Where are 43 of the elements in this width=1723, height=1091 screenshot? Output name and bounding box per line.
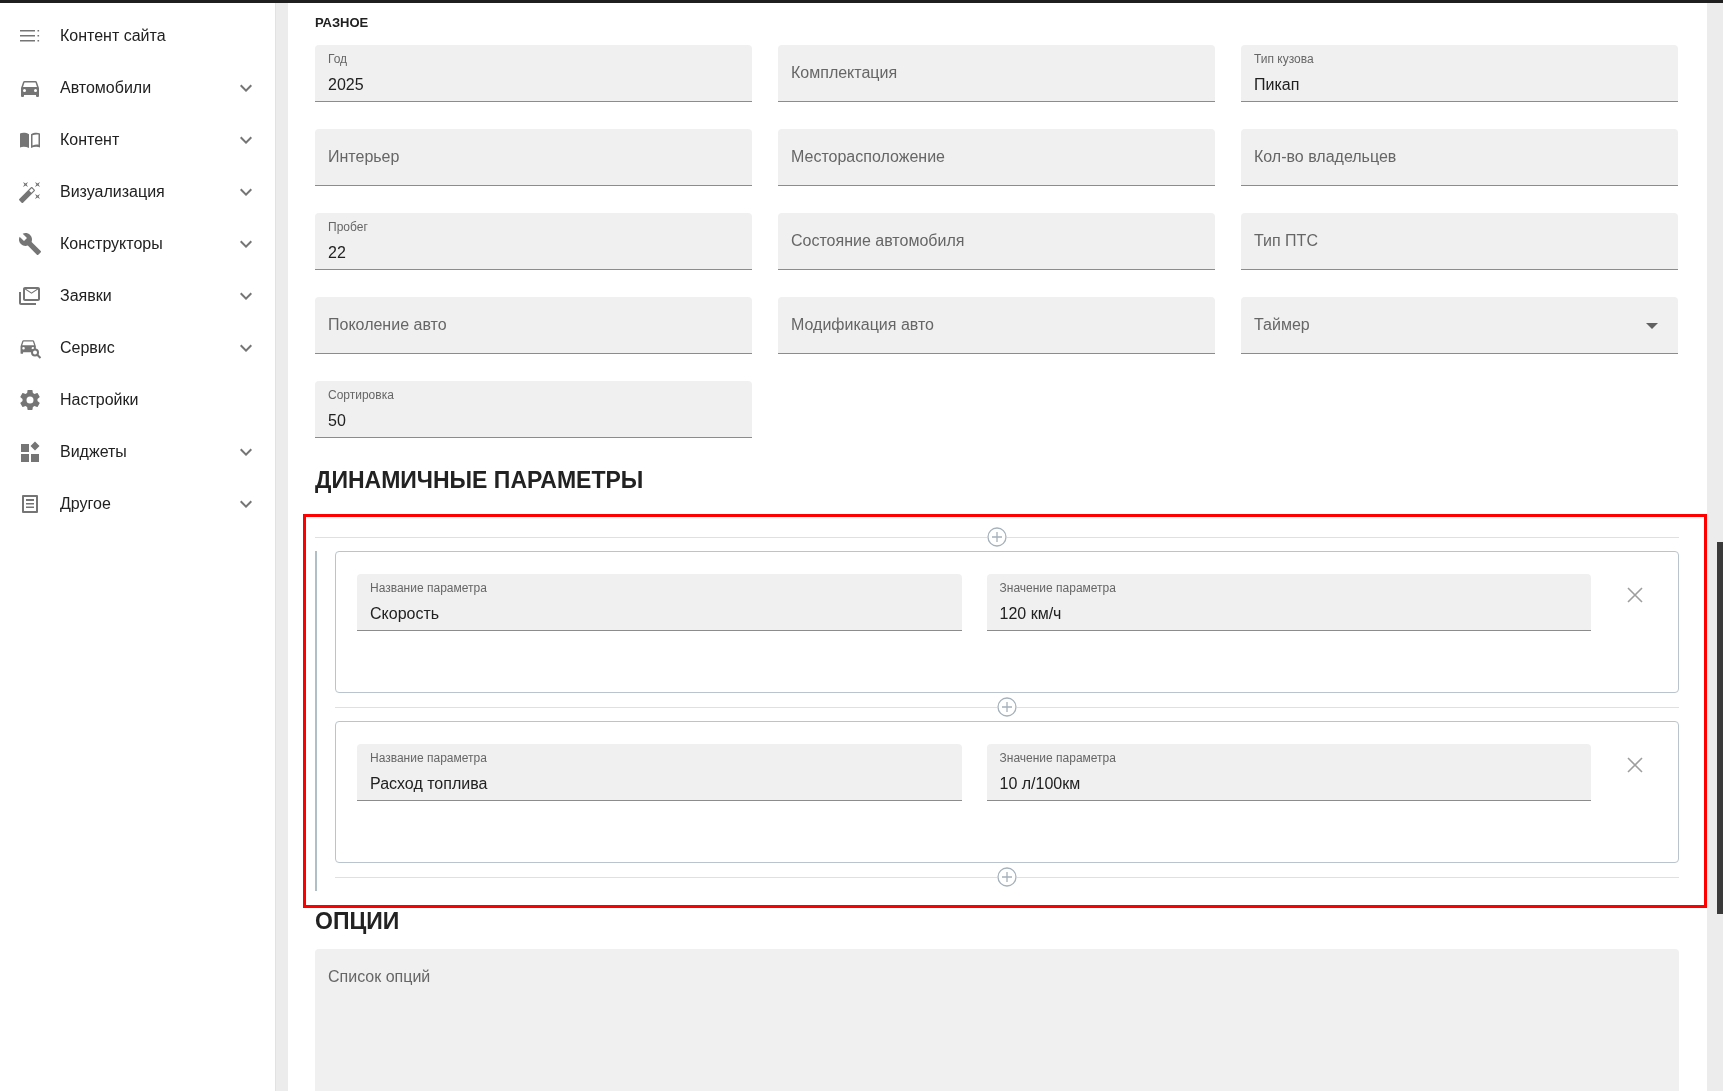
wrench-icon <box>18 232 42 256</box>
text-field[interactable]: Интерьер <box>315 129 752 186</box>
plus-circle-icon[interactable] <box>997 697 1017 717</box>
sidebar-item[interactable]: Контент <box>0 114 275 166</box>
text-field[interactable]: Значение параметра 120 км/ч <box>986 574 1591 631</box>
text-field[interactable]: Тип кузова Пикап <box>1241 45 1678 102</box>
text-field[interactable]: Сортировка 50 <box>315 381 752 438</box>
text-field[interactable]: Название параметра Расход топлива <box>357 744 962 801</box>
select-field[interactable]: Таймер <box>1241 297 1678 354</box>
plus-circle-icon[interactable] <box>997 867 1017 887</box>
text-field[interactable]: Тип ПТС <box>1241 213 1678 270</box>
text-field[interactable]: Модификация авто <box>778 297 1215 354</box>
textarea-field[interactable]: Список опций <box>315 949 1679 1091</box>
sidebar-item[interactable]: Виджеты <box>0 426 275 478</box>
magic-wand-icon <box>18 180 42 204</box>
sidebar-item[interactable]: Заявки <box>0 270 275 322</box>
widgets-icon <box>18 440 42 464</box>
text-field[interactable]: Название параметра Скорость <box>357 574 962 631</box>
sidebar-item[interactable]: Настройки <box>0 374 275 426</box>
text-field[interactable]: Пробег 22 <box>315 213 752 270</box>
sidebar-item[interactable]: Сервис <box>0 322 275 374</box>
close-icon[interactable] <box>1626 587 1643 603</box>
text-field[interactable]: Поколение авто <box>315 297 752 354</box>
text-field[interactable]: Комплектация <box>778 45 1215 102</box>
text-field[interactable]: Месторасположение <box>778 129 1215 186</box>
section-title: РАЗНОЕ <box>315 15 369 31</box>
section-heading: ДИНАМИЧНЫЕ ПАРАМЕТРЫ <box>315 466 644 494</box>
section-heading: ОПЦИИ <box>315 907 400 935</box>
scrollbar-thumb[interactable] <box>1717 542 1723 914</box>
text-field[interactable]: Год 2025 <box>315 45 752 102</box>
close-icon[interactable] <box>1626 757 1643 773</box>
text-field[interactable]: Кол-во владельцев <box>1241 129 1678 186</box>
sidebar-item[interactable]: Визуализация <box>0 166 275 218</box>
settings-icon <box>18 388 42 412</box>
envelopes-icon <box>18 284 42 308</box>
text-field[interactable]: Значение параметра 10 л/100км <box>986 744 1591 801</box>
sidebar-item[interactable]: Конструкторы <box>0 218 275 270</box>
plus-circle-icon[interactable] <box>987 527 1007 547</box>
text-field[interactable]: Состояние автомобиля <box>778 213 1215 270</box>
caret-icon <box>1646 323 1658 329</box>
sidebar-item[interactable]: Другое <box>0 478 275 530</box>
sidebar-item[interactable]: Автомобили <box>0 62 275 114</box>
sidebar-item[interactable]: Контент сайта <box>0 10 275 62</box>
